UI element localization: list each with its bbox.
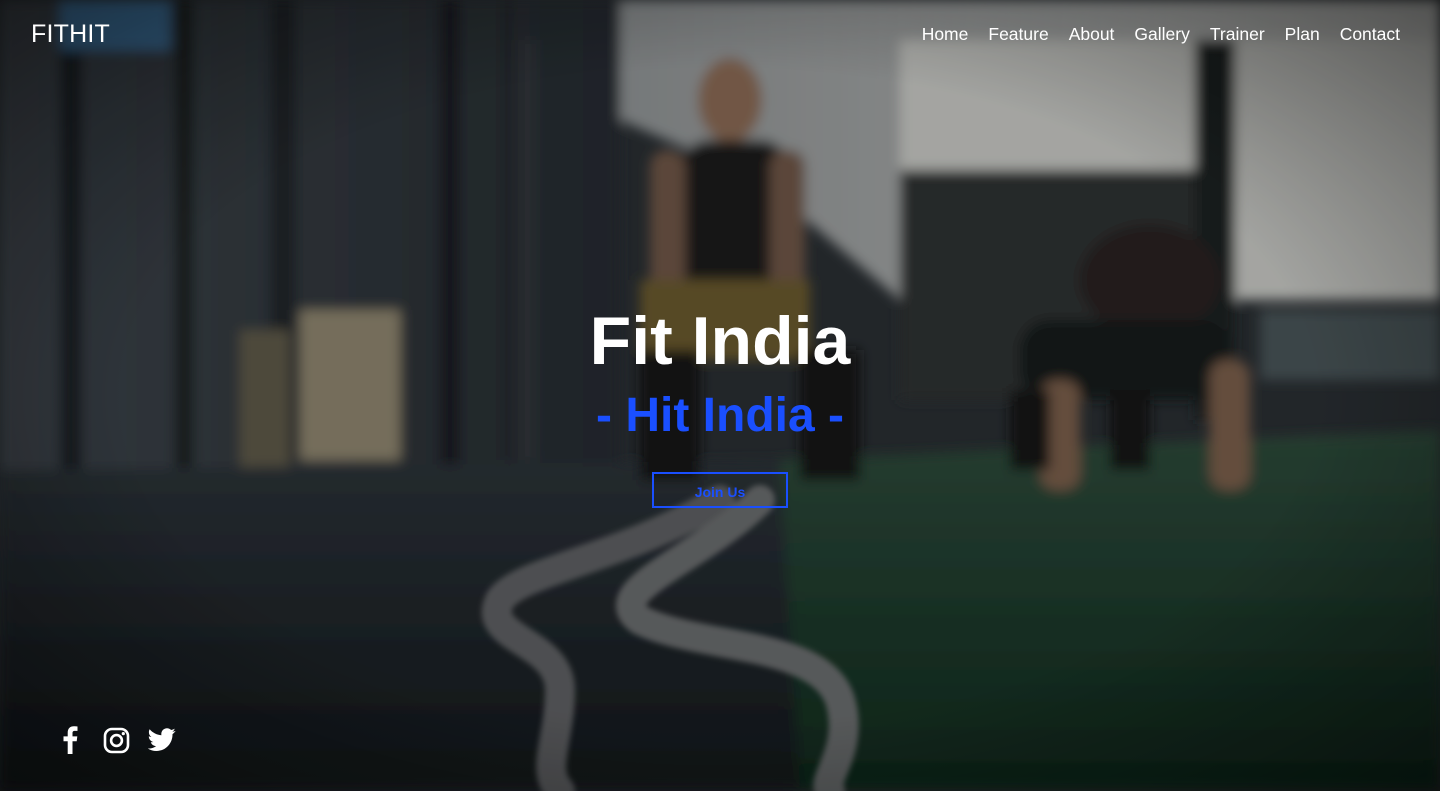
nav-item-gallery[interactable]: Gallery: [1134, 24, 1189, 44]
nav-links: Home Feature About Gallery Trainer Plan …: [922, 24, 1400, 44]
instagram-icon[interactable]: [101, 724, 131, 756]
nav-item-contact[interactable]: Contact: [1340, 24, 1400, 44]
nav-item-trainer[interactable]: Trainer: [1210, 24, 1265, 44]
brand-logo[interactable]: FITHIT: [31, 20, 110, 49]
facebook-icon[interactable]: [55, 724, 85, 756]
social-links: [55, 724, 177, 756]
nav-item-plan[interactable]: Plan: [1285, 24, 1320, 44]
hero-title: Fit India: [589, 303, 851, 379]
nav-item-home[interactable]: Home: [922, 24, 969, 44]
hero-section: FITHIT Home Feature About Gallery Traine…: [0, 0, 1440, 791]
nav-item-about[interactable]: About: [1069, 24, 1115, 44]
hero-content: Fit India - Hit India - Join Us: [0, 300, 1440, 508]
twitter-icon[interactable]: [147, 724, 177, 756]
hero-subtitle: - Hit India -: [596, 389, 844, 442]
nav-item-feature[interactable]: Feature: [988, 24, 1048, 44]
navbar: FITHIT Home Feature About Gallery Traine…: [0, 0, 1440, 68]
join-us-button[interactable]: Join Us: [652, 472, 788, 508]
